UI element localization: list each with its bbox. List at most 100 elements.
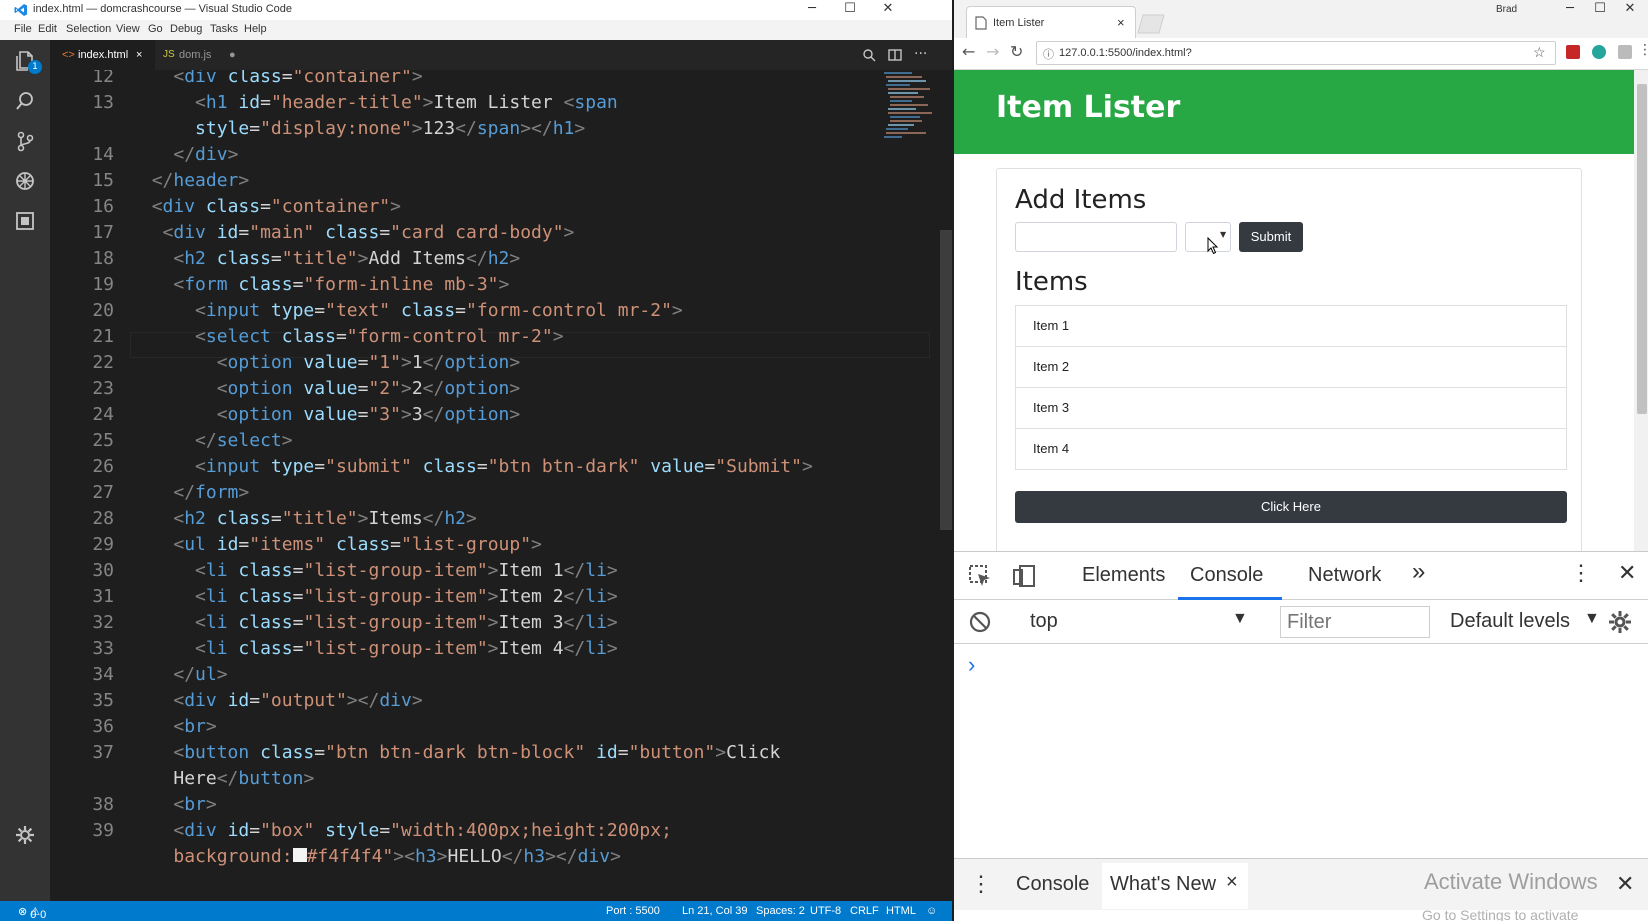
split-editor-icon[interactable] xyxy=(888,48,902,62)
forward-icon[interactable]: → xyxy=(986,42,999,61)
browser-tab-item-lister[interactable]: Item Lister × xyxy=(966,6,1136,38)
new-tab-icon[interactable] xyxy=(1136,14,1166,34)
line-number: 14 xyxy=(92,144,114,165)
line-number: 20 xyxy=(92,300,114,321)
submit-button[interactable]: Submit xyxy=(1239,222,1303,252)
page-scrollbar[interactable] xyxy=(1634,70,1648,551)
indentation[interactable]: Spaces: 2 xyxy=(756,905,805,917)
console-filter-bar: top ▼ Default levels ▼ xyxy=(954,600,1648,644)
browser-tab-close-icon[interactable]: × xyxy=(1117,15,1125,30)
code-line: </form> xyxy=(173,482,250,503)
drawer-tab-console[interactable]: Console xyxy=(1016,873,1089,896)
bookmark-star-icon[interactable]: ☆ xyxy=(1533,44,1546,61)
console-input[interactable] xyxy=(994,648,1634,678)
levels-chevron-down-icon[interactable]: ▼ xyxy=(1584,610,1600,628)
extension-pdf-icon[interactable] xyxy=(1566,45,1580,59)
line-number: 19 xyxy=(92,274,114,295)
debug-icon[interactable] xyxy=(14,170,36,192)
close-window-icon[interactable]: ✕ xyxy=(868,0,908,20)
settings-gear-icon[interactable] xyxy=(14,824,36,846)
minimap[interactable] xyxy=(882,70,942,160)
menu-debug[interactable]: Debug xyxy=(170,23,202,35)
log-levels-dropdown[interactable]: Default levels xyxy=(1450,610,1570,633)
status-bar: ⊗ 0 ⚠ 0 Port : 5500 Ln 21, Col 39 Spaces… xyxy=(0,901,952,921)
menu-tasks[interactable]: Tasks xyxy=(210,23,238,35)
errors-indicator[interactable]: ⊗ 0 ⚠ 0 xyxy=(18,905,46,921)
code-line: </ul> xyxy=(173,664,228,685)
editor-scrollbar[interactable] xyxy=(940,230,952,530)
chrome-menu-icon[interactable]: ⋮ xyxy=(1638,42,1648,58)
menu-file[interactable]: File xyxy=(14,23,32,35)
maximize-icon[interactable]: ☐ xyxy=(830,0,870,20)
menu-view[interactable]: View xyxy=(116,23,140,35)
tab-dom-js[interactable]: JS dom.js ● xyxy=(155,40,260,70)
drawer-close-icon[interactable]: ✕ xyxy=(1616,871,1634,897)
line-number: 30 xyxy=(92,560,114,581)
mouse-cursor-icon xyxy=(1207,237,1219,255)
list-item: Item 4 xyxy=(1015,428,1567,470)
line-ending[interactable]: CRLF xyxy=(850,905,879,917)
menu-selection[interactable]: Selection xyxy=(66,23,111,35)
clear-console-icon[interactable] xyxy=(968,610,992,634)
inspect-element-icon[interactable] xyxy=(968,564,992,588)
tab-index-html[interactable]: <> index.html × xyxy=(50,40,155,70)
page-icon xyxy=(975,16,987,30)
devtools-close-icon[interactable]: ✕ xyxy=(1618,560,1636,586)
encoding[interactable]: UTF-8 xyxy=(810,905,841,917)
devtools-tab-network[interactable]: Network xyxy=(1308,564,1381,587)
open-changes-icon[interactable] xyxy=(862,48,876,62)
reload-icon[interactable]: ↻ xyxy=(1010,42,1023,61)
minimize-icon[interactable]: ─ xyxy=(792,0,832,20)
context-dropdown-chevron-down-icon[interactable]: ▼ xyxy=(1232,610,1248,628)
menu-go[interactable]: Go xyxy=(148,23,163,35)
code-line: background: #f4f4f4"><h3>HELLO</h3></div> xyxy=(173,846,621,867)
drawer-menu-icon[interactable]: ⋮ xyxy=(970,871,992,897)
source-control-icon[interactable] xyxy=(14,130,36,152)
page-scrollbar-thumb[interactable] xyxy=(1637,84,1647,414)
search-icon[interactable] xyxy=(14,90,36,112)
code-line: <select class="form-control mr-2"> xyxy=(195,326,564,347)
list-item: Item 3 xyxy=(1015,387,1567,429)
editor-tab-bar: <> index.html × JS dom.js ● ··· xyxy=(50,40,952,70)
live-server-port[interactable]: Port : 5500 xyxy=(606,905,660,917)
drawer-tab-whats-new[interactable]: What's New × xyxy=(1102,863,1248,909)
code-line: <h2 class="title">Add Items</h2> xyxy=(173,248,521,269)
device-toolbar-icon[interactable] xyxy=(1012,564,1036,588)
console-settings-gear-icon[interactable] xyxy=(1608,610,1632,634)
language-mode[interactable]: HTML xyxy=(886,905,916,917)
console-prompt-icon[interactable]: › xyxy=(968,652,975,678)
more-tabs-icon[interactable]: » xyxy=(1412,558,1425,586)
more-actions-icon[interactable]: ··· xyxy=(914,46,927,62)
line-number: 33 xyxy=(92,638,114,659)
execution-context[interactable]: top xyxy=(1030,610,1058,633)
extension-m-icon[interactable] xyxy=(1592,45,1606,59)
browser-close-icon[interactable]: ✕ xyxy=(1610,0,1648,20)
devtools-menu-icon[interactable]: ⋮ xyxy=(1570,560,1592,586)
info-icon[interactable]: ⓘ xyxy=(1043,46,1054,62)
code-editor[interactable]: 12 13 14 15 16 17 18 19 20 21 22 23 24 25 26 27 28 29 30 31… xyxy=(50,70,952,901)
list-item: Item 2 xyxy=(1015,346,1567,388)
devtools-tab-elements[interactable]: Elements xyxy=(1082,564,1165,587)
profile-name[interactable]: Brad xyxy=(1496,4,1517,15)
item-text-input[interactable] xyxy=(1015,222,1177,252)
explorer-badge: 1 xyxy=(28,60,42,74)
code-line: <button class="btn btn-dark btn-block" i… xyxy=(173,742,781,763)
devtools-tab-console[interactable]: Console xyxy=(1190,564,1263,587)
address-bar[interactable]: ⓘ 127.0.0.1:5500/index.html? ☆ xyxy=(1036,41,1556,65)
click-here-button[interactable]: Click Here xyxy=(1015,491,1567,523)
feedback-smiley-icon[interactable]: ☺ xyxy=(926,905,937,917)
cursor-position[interactable]: Ln 21, Col 39 xyxy=(682,905,747,917)
back-icon[interactable]: ← xyxy=(962,42,975,61)
extension-icon[interactable] xyxy=(1618,45,1632,59)
menu-help[interactable]: Help xyxy=(244,23,267,35)
line-number: 38 xyxy=(92,794,114,815)
line-number: 24 xyxy=(92,404,114,425)
code-line: <option value="1">1</option> xyxy=(216,352,521,373)
console-filter-input[interactable] xyxy=(1280,606,1430,638)
line-number: 23 xyxy=(92,378,114,399)
drawer-tab-close-icon[interactable]: × xyxy=(1226,871,1238,894)
tab-close-icon[interactable]: × xyxy=(136,40,142,70)
menu-edit[interactable]: Edit xyxy=(38,23,57,35)
unsaved-dot-icon[interactable]: ● xyxy=(229,40,236,70)
extensions-icon[interactable] xyxy=(14,210,36,232)
